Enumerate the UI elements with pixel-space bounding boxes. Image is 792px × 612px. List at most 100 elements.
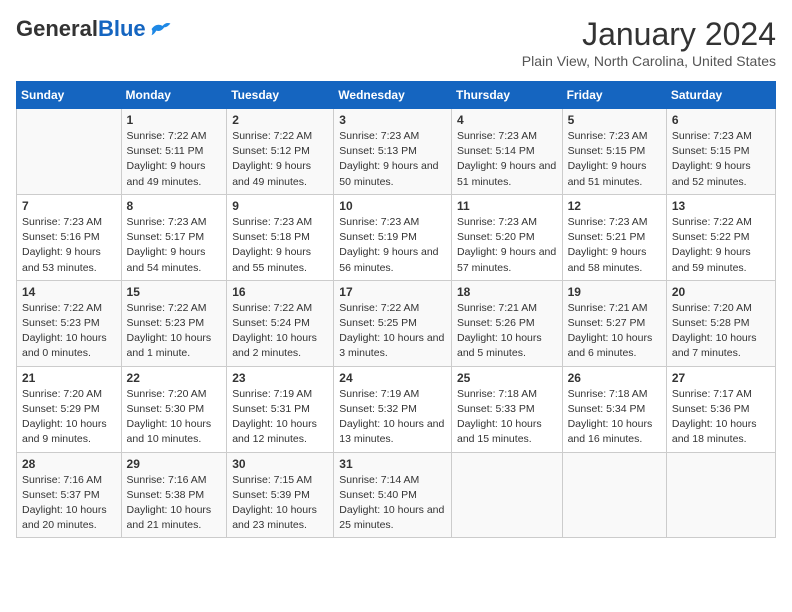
day-info: Sunrise: 7:21 AMSunset: 5:26 PMDaylight:… [457,301,557,362]
day-info: Sunrise: 7:23 AMSunset: 5:17 PMDaylight:… [127,215,222,276]
calendar-day-cell: 12Sunrise: 7:23 AMSunset: 5:21 PMDayligh… [562,194,666,280]
calendar-day-cell: 5Sunrise: 7:23 AMSunset: 5:15 PMDaylight… [562,109,666,195]
day-info: Sunrise: 7:16 AMSunset: 5:38 PMDaylight:… [127,473,222,534]
day-number: 29 [127,457,222,471]
weekday-header-thursday: Thursday [451,82,562,109]
calendar-day-cell: 8 Sunrise: 7:23 AMSunset: 5:17 PMDaylight… [121,194,227,280]
day-number: 15 [127,285,222,299]
logo: GeneralBlue [16,16,172,42]
day-info: Sunrise: 7:18 AMSunset: 5:34 PMDaylight:… [568,387,661,448]
day-info: Sunrise: 7:16 AMSunset: 5:37 PMDaylight:… [22,473,116,534]
calendar-week-row: 28 Sunrise: 7:16 AMSunset: 5:37 PMDayligh… [17,452,776,538]
day-info: Sunrise: 7:14 AMSunset: 5:40 PMDaylight:… [339,473,446,534]
day-info: Sunrise: 7:22 AMSunset: 5:24 PMDaylight:… [232,301,328,362]
calendar-day-cell: 10 Sunrise: 7:23 AMSunset: 5:19 PMDayligh… [334,194,452,280]
calendar-day-cell: 15 Sunrise: 7:22 AMSunset: 5:23 PMDayligh… [121,280,227,366]
title-area: January 2024 Plain View, North Carolina,… [522,16,776,69]
calendar-day-cell: 14 Sunrise: 7:22 AMSunset: 5:23 PMDayligh… [17,280,122,366]
day-number: 21 [22,371,116,385]
day-info: Sunrise: 7:19 AMSunset: 5:32 PMDaylight:… [339,387,446,448]
calendar-day-cell: 24 Sunrise: 7:19 AMSunset: 5:32 PMDayligh… [334,366,452,452]
day-number: 4 [457,113,557,127]
day-number: 23 [232,371,328,385]
day-info: Sunrise: 7:18 AMSunset: 5:33 PMDaylight:… [457,387,557,448]
day-number: 2 [232,113,328,127]
day-info: Sunrise: 7:22 AMSunset: 5:22 PMDaylight:… [672,215,770,276]
day-info: Sunrise: 7:20 AMSunset: 5:28 PMDaylight:… [672,301,770,362]
month-title: January 2024 [522,16,776,53]
calendar-day-cell: 27Sunrise: 7:17 AMSunset: 5:36 PMDayligh… [666,366,775,452]
day-number: 8 [127,199,222,213]
calendar-day-cell: 19 Sunrise: 7:21 AMSunset: 5:27 PMDayligh… [562,280,666,366]
weekday-header-tuesday: Tuesday [227,82,334,109]
calendar-day-cell: 2 Sunrise: 7:22 AMSunset: 5:12 PMDaylight… [227,109,334,195]
calendar-day-cell: 25 Sunrise: 7:18 AMSunset: 5:33 PMDayligh… [451,366,562,452]
day-info: Sunrise: 7:20 AMSunset: 5:30 PMDaylight:… [127,387,222,448]
day-info: Sunrise: 7:23 AMSunset: 5:15 PMDaylight:… [672,129,770,190]
day-info: Sunrise: 7:22 AMSunset: 5:12 PMDaylight:… [232,129,328,190]
calendar-day-cell: 4Sunrise: 7:23 AMSunset: 5:14 PMDaylight… [451,109,562,195]
weekday-header-sunday: Sunday [17,82,122,109]
day-info: Sunrise: 7:23 AMSunset: 5:15 PMDaylight:… [568,129,661,190]
day-info: Sunrise: 7:23 AMSunset: 5:19 PMDaylight:… [339,215,446,276]
day-info: Sunrise: 7:22 AMSunset: 5:23 PMDaylight:… [22,301,116,362]
calendar-day-cell: 7Sunrise: 7:23 AMSunset: 5:16 PMDaylight… [17,194,122,280]
day-number: 28 [22,457,116,471]
calendar-day-cell: 26 Sunrise: 7:18 AMSunset: 5:34 PMDayligh… [562,366,666,452]
day-number: 24 [339,371,446,385]
calendar-day-cell: 29 Sunrise: 7:16 AMSunset: 5:38 PMDayligh… [121,452,227,538]
day-info: Sunrise: 7:15 AMSunset: 5:39 PMDaylight:… [232,473,328,534]
calendar-day-cell [451,452,562,538]
day-number: 25 [457,371,557,385]
day-info: Sunrise: 7:22 AMSunset: 5:23 PMDaylight:… [127,301,222,362]
day-number: 19 [568,285,661,299]
calendar-week-row: 21 Sunrise: 7:20 AMSunset: 5:29 PMDayligh… [17,366,776,452]
day-info: Sunrise: 7:23 AMSunset: 5:21 PMDaylight:… [568,215,661,276]
calendar-day-cell: 1 Sunrise: 7:22 AMSunset: 5:11 PMDaylight… [121,109,227,195]
day-number: 18 [457,285,557,299]
weekday-header-friday: Friday [562,82,666,109]
weekday-header-row: SundayMondayTuesdayWednesdayThursdayFrid… [17,82,776,109]
day-info: Sunrise: 7:22 AMSunset: 5:25 PMDaylight:… [339,301,446,362]
day-number: 30 [232,457,328,471]
calendar-day-cell [666,452,775,538]
calendar-day-cell [562,452,666,538]
day-number: 6 [672,113,770,127]
calendar-day-cell: 22 Sunrise: 7:20 AMSunset: 5:30 PMDayligh… [121,366,227,452]
day-info: Sunrise: 7:23 AMSunset: 5:13 PMDaylight:… [339,129,446,190]
calendar-day-cell: 16 Sunrise: 7:22 AMSunset: 5:24 PMDayligh… [227,280,334,366]
calendar-day-cell: 9Sunrise: 7:23 AMSunset: 5:18 PMDaylight… [227,194,334,280]
day-number: 14 [22,285,116,299]
calendar-week-row: 1 Sunrise: 7:22 AMSunset: 5:11 PMDaylight… [17,109,776,195]
weekday-header-monday: Monday [121,82,227,109]
day-number: 26 [568,371,661,385]
day-info: Sunrise: 7:21 AMSunset: 5:27 PMDaylight:… [568,301,661,362]
calendar-day-cell: 13 Sunrise: 7:22 AMSunset: 5:22 PMDayligh… [666,194,775,280]
day-number: 13 [672,199,770,213]
calendar-day-cell: 11Sunrise: 7:23 AMSunset: 5:20 PMDayligh… [451,194,562,280]
day-info: Sunrise: 7:23 AMSunset: 5:20 PMDaylight:… [457,215,557,276]
weekday-header-wednesday: Wednesday [334,82,452,109]
weekday-header-saturday: Saturday [666,82,775,109]
header: GeneralBlue January 2024 Plain View, Nor… [16,16,776,69]
day-info: Sunrise: 7:22 AMSunset: 5:11 PMDaylight:… [127,129,222,190]
day-info: Sunrise: 7:19 AMSunset: 5:31 PMDaylight:… [232,387,328,448]
day-number: 20 [672,285,770,299]
day-number: 7 [22,199,116,213]
day-info: Sunrise: 7:20 AMSunset: 5:29 PMDaylight:… [22,387,116,448]
logo-general: GeneralBlue [16,16,146,42]
day-number: 22 [127,371,222,385]
calendar-day-cell: 20 Sunrise: 7:20 AMSunset: 5:28 PMDayligh… [666,280,775,366]
calendar-week-row: 14 Sunrise: 7:22 AMSunset: 5:23 PMDayligh… [17,280,776,366]
location-subtitle: Plain View, North Carolina, United State… [522,53,776,69]
day-number: 1 [127,113,222,127]
calendar-day-cell: 18 Sunrise: 7:21 AMSunset: 5:26 PMDayligh… [451,280,562,366]
calendar-week-row: 7Sunrise: 7:23 AMSunset: 5:16 PMDaylight… [17,194,776,280]
calendar-table: SundayMondayTuesdayWednesdayThursdayFrid… [16,81,776,538]
day-number: 10 [339,199,446,213]
day-number: 16 [232,285,328,299]
logo-bird-icon [150,20,172,38]
day-info: Sunrise: 7:17 AMSunset: 5:36 PMDaylight:… [672,387,770,448]
day-number: 17 [339,285,446,299]
calendar-day-cell: 28 Sunrise: 7:16 AMSunset: 5:37 PMDayligh… [17,452,122,538]
